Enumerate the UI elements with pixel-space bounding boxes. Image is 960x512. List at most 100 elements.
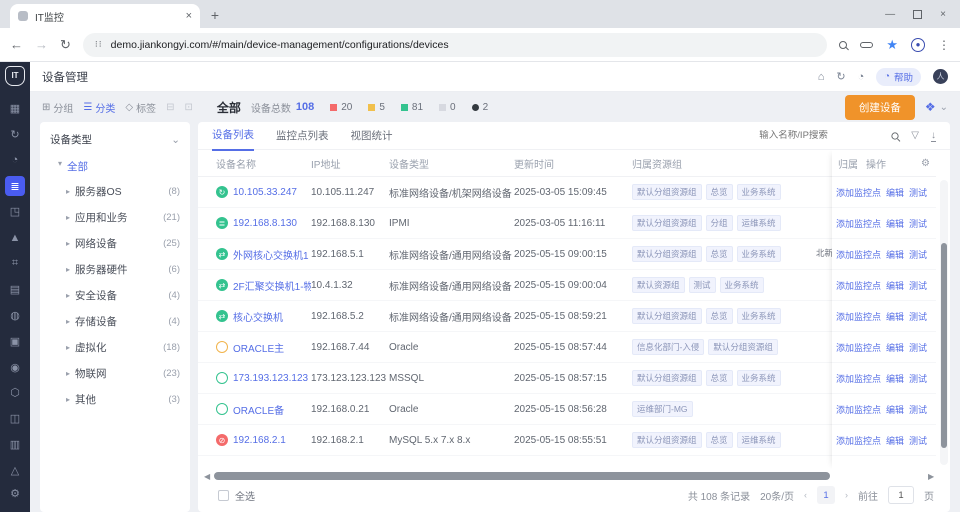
goto-page-input[interactable]: 1 [888, 486, 914, 504]
op-link[interactable]: 添加监控点 [836, 403, 881, 416]
op-link[interactable]: 添加监控点 [836, 434, 881, 447]
table-row[interactable]: 173.193.123.123 173.123.123.123 MSSQL 2025-… [198, 363, 936, 394]
apps-switcher[interactable]: ❖ ⌄ [925, 100, 948, 114]
device-name-link[interactable]: 核心交换机 [233, 309, 283, 324]
op-link[interactable]: 测试 [909, 341, 927, 354]
resource-group-tag[interactable]: 默认分组资源组 [632, 215, 702, 231]
forward-icon[interactable]: → [35, 37, 48, 52]
select-all-checkbox[interactable] [218, 489, 229, 501]
users-icon[interactable]: ◫ [5, 409, 25, 428]
op-link[interactable]: 添加监控点 [836, 310, 881, 323]
scroll-right-icon[interactable]: ▶ [928, 472, 936, 481]
table-row[interactable]: ≣ 192.168.8.130 192.168.8.130 IPMI 2025-03-0… [198, 208, 936, 239]
table-row[interactable]: ORACLE主 192.168.7.44 Oracle 2025-05-15 08:5… [198, 332, 936, 363]
op-link[interactable]: 测试 [909, 403, 927, 416]
op-link[interactable]: 添加监控点 [836, 217, 881, 230]
select-all-label[interactable]: 全选 [235, 488, 255, 503]
op-link[interactable]: 测试 [909, 248, 927, 261]
device-name-link[interactable]: 10.105.33.247 [233, 187, 297, 198]
alarm-icon[interactable]: ◔ [5, 150, 25, 169]
tag-button[interactable]: ◇ 标签 [125, 100, 156, 115]
resource-group-tag[interactable]: 总览 [705, 246, 733, 262]
tree-item[interactable]: ▸ 安全设备 (4) [48, 282, 182, 308]
resources-icon[interactable]: ⬡ [5, 383, 25, 402]
bookmark-star-icon[interactable]: ★ [886, 37, 898, 53]
column-settings-gear-icon[interactable]: ⚙ [921, 158, 930, 169]
new-tab-button[interactable]: + [204, 4, 226, 26]
op-link[interactable]: 编辑 [886, 217, 904, 230]
tab-2[interactable]: 视图统计 [351, 122, 393, 150]
collapse-icon[interactable]: ⊟ [166, 102, 174, 113]
per-page-select[interactable]: 20条/页 [760, 488, 794, 503]
resource-group-tag[interactable]: 总览 [705, 184, 733, 200]
table-row[interactable]: ⇄ 核心交换机 192.168.5.2 标准网络设备/通用网络设备 2025-05-15… [198, 301, 936, 332]
device-name-link[interactable]: 2F汇聚交换机1-物联 [233, 278, 311, 293]
op-link[interactable]: 编辑 [886, 310, 904, 323]
op-link[interactable]: 编辑 [886, 248, 904, 261]
url-bar[interactable]: ⁝⁝ demo.jiankongyi.com/#/main/device-man… [82, 32, 828, 57]
panel-collapse-icon[interactable]: ⌄ [171, 134, 180, 146]
resource-group-tag[interactable]: 运维部门-MG [632, 401, 693, 417]
resource-group-tag[interactable]: 业务系统 [736, 370, 781, 386]
resource-group-tag[interactable]: 运维系统 [736, 432, 781, 448]
resource-group-tag[interactable]: 分组 [705, 215, 733, 231]
scroll-left-icon[interactable]: ◀ [204, 472, 212, 481]
op-link[interactable]: 编辑 [886, 403, 904, 416]
op-link[interactable]: 测试 [909, 217, 927, 230]
op-link[interactable]: 添加监控点 [836, 248, 881, 261]
resource-group-tag[interactable]: 总览 [705, 370, 733, 386]
table-row[interactable]: ⇄ 2F汇聚交换机1-物联10.4.1.32 标准网络设备/通用网络设备2025-0… [198, 270, 936, 301]
horizontal-scrollbar-thumb[interactable] [214, 472, 830, 480]
vertical-scrollbar[interactable] [940, 180, 948, 465]
tree-item[interactable]: ▸ 服务器硬件 (6) [48, 256, 182, 282]
op-link[interactable]: 添加监控点 [836, 372, 881, 385]
tree-item[interactable]: ▸ 其他 (3) [48, 386, 182, 412]
logs-icon[interactable]: ▥ [5, 435, 25, 454]
resource-group-tag[interactable]: 默认资源组 [632, 277, 685, 293]
resource-group-tag[interactable]: 总览 [705, 432, 733, 448]
device-name-link[interactable]: ORACLE备 [233, 402, 284, 417]
cloud-icon[interactable]: △ [5, 461, 25, 480]
analytics-icon[interactable]: ▲ [5, 228, 25, 247]
window-minimize-button[interactable]: — [885, 9, 895, 20]
home-icon[interactable]: ⌂ [818, 71, 825, 83]
browser-tab[interactable]: IT监控 × [10, 4, 200, 28]
settings-icon[interactable]: ⚙ [5, 483, 25, 502]
create-device-button[interactable]: 创建设备 [844, 94, 915, 120]
reports-icon[interactable]: ▤ [5, 280, 25, 299]
table-row[interactable]: ORACLE备 192.168.0.21 Oracle 2025-05-15 08:5… [198, 394, 936, 425]
topology-icon[interactable]: ◳ [5, 202, 25, 221]
sync-icon[interactable]: ↻ [5, 125, 25, 144]
op-link[interactable]: 测试 [909, 186, 927, 199]
resource-group-tag[interactable]: 业务系统 [719, 277, 764, 293]
search-icon[interactable] [839, 40, 848, 49]
tree-item[interactable]: ▸ 物联网 (23) [48, 360, 182, 386]
resource-group-tag[interactable]: 业务系统 [736, 184, 781, 200]
resource-group-tag[interactable]: 默认分组资源组 [632, 184, 702, 200]
device-name-link[interactable]: 外网核心交换机1 [233, 247, 309, 262]
resource-group-tag[interactable]: 默认分组资源组 [632, 246, 702, 262]
user-avatar[interactable]: 人 [933, 69, 948, 84]
tab-close-icon[interactable]: × [186, 10, 192, 22]
page-number[interactable]: 1 [817, 486, 835, 504]
all-filter-label[interactable]: 全部 [217, 99, 241, 116]
device-name-link[interactable]: 192.168.2.1 [233, 435, 286, 446]
op-link[interactable]: 测试 [909, 279, 927, 292]
op-link[interactable]: 编辑 [886, 186, 904, 199]
screens-icon[interactable]: ▣ [5, 331, 25, 350]
assets-icon[interactable]: ⌗ [5, 254, 25, 273]
category-button[interactable]: ☰ 分类 [83, 100, 115, 115]
refresh-icon[interactable]: ↻ [836, 70, 845, 83]
op-link[interactable]: 添加监控点 [836, 341, 881, 354]
tree-item-all[interactable]: ▾ 全部 [48, 155, 182, 178]
vertical-scrollbar-thumb[interactable] [941, 242, 947, 448]
device-list-icon[interactable]: ≣ [5, 176, 25, 196]
tree-item[interactable]: ▸ 服务器OS (8) [48, 178, 182, 204]
resource-group-tag[interactable]: 默认分组资源组 [708, 339, 778, 355]
tab-1[interactable]: 监控点列表 [276, 122, 329, 150]
browser-menu-icon[interactable]: ⋮ [938, 38, 950, 52]
op-link[interactable]: 编辑 [886, 434, 904, 447]
horizontal-scrollbar[interactable]: ◀ ▶ [204, 470, 936, 482]
help-button[interactable]: ◔ 帮助 [876, 67, 921, 86]
tree-item[interactable]: ▸ 虚拟化 (18) [48, 334, 182, 360]
